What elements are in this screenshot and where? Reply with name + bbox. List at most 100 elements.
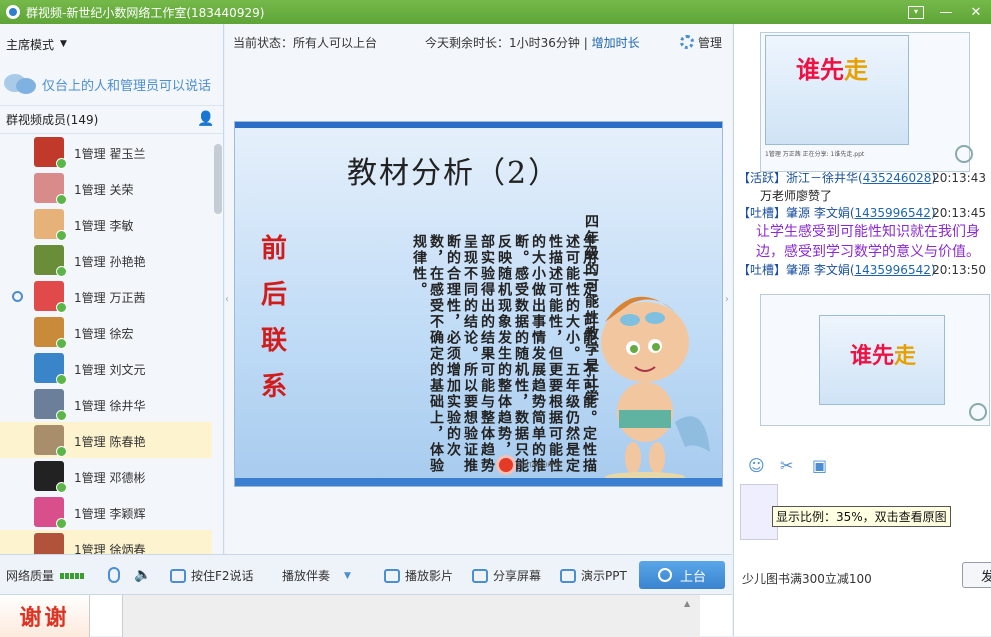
play-movie-button[interactable]: 播放影片 — [384, 567, 453, 584]
slide-bottom-bar — [235, 478, 722, 486]
window-title: 群视频-新世纪小数网络工作室(183440929) — [26, 5, 265, 20]
image-icon[interactable]: ▣ — [812, 456, 830, 475]
avatar — [34, 461, 67, 493]
chat-toolbar: ☺ ✂ ▣ — [748, 456, 830, 475]
slide-side-heading: 前后联系 — [260, 234, 287, 402]
member-name: 1管理 刘文元 — [74, 363, 146, 377]
sender-qq-link[interactable]: 435246028 — [863, 171, 932, 185]
thanks-image[interactable]: 谢谢 — [0, 595, 90, 637]
sender-qq-link[interactable]: 1435996542 — [855, 263, 931, 277]
present-ppt-button[interactable]: 演示PPT — [560, 567, 627, 584]
prev-arrow-icon[interactable]: ‹ — [225, 294, 233, 305]
gear-icon[interactable] — [680, 35, 694, 49]
chat-messages: 【活跃】浙江－徐井华(435246028) 20:13:43 万老师廖赞了 【吐槽】肇… — [738, 170, 991, 279]
avatar — [34, 245, 67, 277]
title-bar: 群视频-新世纪小数网络工作室(183440929) ▾ — ✕ — [0, 0, 991, 24]
ppt-thumbnail-title-b: 走 — [844, 55, 868, 84]
member-list-scrollbar[interactable] — [212, 134, 224, 554]
zoom-tooltip: 显示比例：35%，双击查看原图 — [772, 506, 951, 527]
online-status-icon — [56, 374, 67, 385]
add-member-icon[interactable]: 👤 — [197, 111, 215, 129]
zoom-icon[interactable] — [955, 145, 973, 163]
zoom-icon[interactable] — [969, 403, 987, 421]
online-status-icon — [56, 518, 67, 529]
message-input[interactable] — [122, 595, 700, 637]
screenshot-title: 谁先走 — [850, 338, 916, 370]
scrollbar-thumb[interactable] — [214, 144, 222, 214]
go-on-stage-button[interactable]: 上台 — [639, 561, 725, 589]
speak-notice: 仅台上的人和管理员可以说话 — [0, 64, 223, 106]
mode-label: 主席模式 — [6, 37, 55, 52]
ppt-thumbnail-title: 谁先走 — [796, 50, 868, 85]
avatar — [34, 281, 67, 313]
microphone-icon[interactable] — [108, 567, 120, 583]
sender-qq-link[interactable]: 1435996542 — [855, 206, 931, 220]
message-time: 20:13:43 — [932, 171, 986, 185]
screenshot-thumbnail[interactable]: 谁先走 — [760, 294, 990, 426]
member-row[interactable]: 1管理 翟玉兰 — [0, 134, 212, 170]
manage-button[interactable]: 管理 — [698, 34, 722, 51]
movie-icon — [384, 568, 400, 583]
member-row[interactable]: 1管理 关荣 — [0, 170, 212, 206]
member-row[interactable]: 1管理 徐炳春 — [0, 530, 212, 554]
next-arrow-icon[interactable]: › — [725, 294, 733, 305]
slide-top-bar — [235, 122, 722, 128]
share-screen-button[interactable]: 分享屏幕 — [472, 567, 541, 584]
chat-bubble-icon — [4, 72, 38, 98]
push-to-talk-button[interactable]: 按住F2说话 — [170, 567, 254, 584]
member-name: 1管理 徐炳春 — [74, 543, 146, 554]
chat-message-body: 万老师廖赞了 — [760, 189, 833, 203]
scissors-icon[interactable]: ✂ — [780, 456, 798, 475]
speaker-icon[interactable]: 🔈 — [134, 567, 151, 583]
online-status-icon — [56, 410, 67, 421]
online-status-icon — [56, 446, 67, 457]
play-accompaniment-button[interactable]: 播放伴奏 ▼ — [282, 567, 351, 584]
camera-icon — [12, 291, 23, 302]
online-status-icon — [56, 230, 67, 241]
emoji-icon[interactable]: ☺ — [748, 456, 766, 475]
sender-name: 【活跃】浙江－徐井华( — [738, 171, 863, 185]
member-row[interactable]: 1管理 万正茜 — [0, 278, 212, 314]
video-area: 当前状态：所有人可以上台 今天剩余时长：1小时36分钟 | 增加时长 管理 ‹ … — [225, 24, 732, 554]
online-status-icon — [56, 338, 67, 349]
network-label: 网络质量 — [6, 569, 55, 583]
add-time-link[interactable]: 增加时长 — [592, 36, 640, 50]
member-row[interactable]: 1管理 邓德彬 — [0, 458, 212, 494]
send-button[interactable]: 发 — [962, 562, 991, 588]
minimize-button[interactable]: — — [931, 0, 961, 24]
screenshot-title-a: 谁先 — [850, 343, 895, 369]
mode-selector[interactable]: 主席模式 ▼ — [0, 24, 223, 64]
member-name: 1管理 关荣 — [74, 183, 134, 197]
ppt-icon — [560, 568, 576, 583]
bottom-strip: 谢谢 ▲ — [0, 594, 732, 637]
chat-message-header: 【吐槽】肇源 李文娟(1435996542) 20:13:50 — [738, 262, 991, 279]
member-row[interactable]: 1管理 刘文元 — [0, 350, 212, 386]
members-header: 群视频成员(149) 👤 — [0, 106, 223, 134]
notice-text: 仅台上的人和管理员可以说话 — [42, 79, 212, 94]
skin-button[interactable]: ▾ — [901, 0, 931, 24]
shared-ppt-thumbnail[interactable]: 谁先走 1管理 万正茜 正在分享: 1谁先走.ppt — [760, 32, 973, 172]
avatar — [34, 533, 64, 554]
chevron-down-icon[interactable]: ▼ — [344, 571, 351, 581]
member-name: 1管理 翟玉兰 — [74, 147, 146, 161]
ppt-thumbnail-title-a: 谁先 — [796, 55, 844, 84]
member-row[interactable]: 1管理 李颖辉 — [0, 494, 212, 530]
online-status-icon — [56, 194, 67, 205]
avatar — [34, 317, 67, 349]
ppt-thumbnail-frame: 谁先走 — [765, 35, 909, 145]
chat-message-body: 让学生感受到可能性知识就在我们身边，感受到学习数学的意义与价值。 — [756, 224, 980, 260]
member-row[interactable]: 1管理 徐井华 — [0, 386, 212, 422]
member-row[interactable]: 1管理 孙艳艳 — [0, 242, 212, 278]
scroll-up-icon[interactable]: ▲ — [684, 599, 690, 608]
sender-name: 【吐槽】肇源 李文娟( — [738, 263, 855, 277]
close-button[interactable]: ✕ — [961, 0, 991, 24]
message-time: 20:13:50 — [932, 263, 986, 277]
ad-link[interactable]: 少儿图书满300立减100 — [742, 570, 872, 587]
troll-illustration — [601, 296, 710, 482]
laser-pointer — [499, 458, 513, 472]
member-row[interactable]: 1管理 徐宏 — [0, 314, 212, 350]
member-row[interactable]: 1管理 陈春艳 — [0, 422, 212, 458]
member-list: 1管理 翟玉兰 1管理 关荣 1管理 李敏 1管理 孙艳艳 1管理 万正茜 1管理 徐宏 1… — [0, 134, 212, 554]
ppt-label: 演示PPT — [581, 569, 627, 583]
member-row[interactable]: 1管理 李敏 — [0, 206, 212, 242]
